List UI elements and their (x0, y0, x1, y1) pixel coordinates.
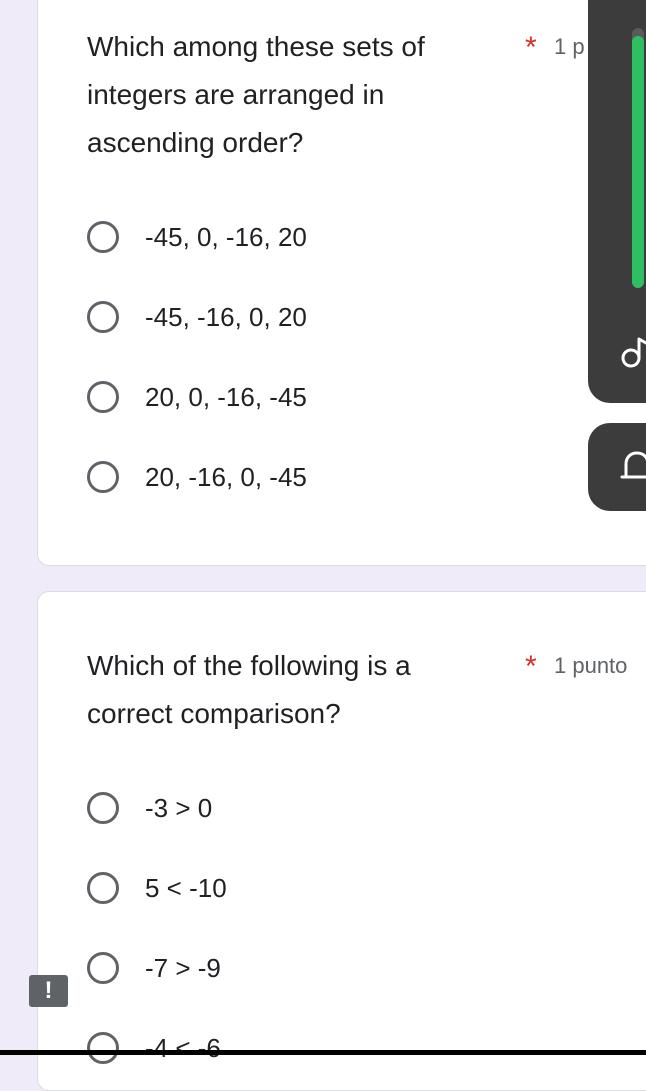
option-radio[interactable]: -4 < -6 (87, 1028, 221, 1068)
alert-badge[interactable]: ! (29, 975, 68, 1007)
question-title: Which among these sets of integers are a… (87, 31, 425, 158)
required-asterisk: * (525, 31, 537, 64)
option-radio[interactable]: -45, 0, -16, 20 (87, 217, 307, 257)
radio-button[interactable] (87, 381, 119, 413)
radio-button[interactable] (87, 461, 119, 493)
option-radio[interactable]: 20, 0, -16, -45 (87, 377, 307, 417)
option-label: 20, 0, -16, -45 (145, 381, 307, 412)
option-label: -3 > 0 (145, 792, 213, 823)
radio-button[interactable] (87, 301, 119, 333)
question-card-1: Which among these sets of integers are a… (37, 0, 646, 566)
question-card-2: Which of the following is a correct comp… (37, 591, 646, 1091)
option-label: -7 > -9 (145, 952, 221, 983)
option-radio[interactable]: -3 > 0 (87, 788, 212, 828)
radio-button[interactable] (87, 872, 119, 904)
bottom-edge (0, 1050, 646, 1055)
option-radio[interactable]: 20, -16, 0, -45 (87, 457, 307, 497)
option-radio[interactable]: -45, -16, 0, 20 (87, 297, 307, 337)
radio-button[interactable] (87, 1032, 119, 1064)
bell-icon[interactable] (618, 448, 646, 488)
required-asterisk: * (525, 650, 537, 683)
option-label: -45, -16, 0, 20 (145, 301, 307, 332)
option-radio[interactable]: -7 > -9 (87, 948, 221, 988)
question-points: 1 p (554, 34, 585, 59)
option-label: 20, -16, 0, -45 (145, 461, 307, 492)
notification-panel (588, 423, 646, 511)
volume-panel (588, 0, 646, 403)
option-label: -4 < -6 (145, 1032, 221, 1063)
radio-button[interactable] (87, 952, 119, 984)
radio-button[interactable] (87, 792, 119, 824)
radio-button[interactable] (87, 221, 119, 253)
question-points: 1 punto (554, 653, 628, 678)
volume-slider-fill (632, 35, 644, 288)
option-label: 5 < -10 (145, 872, 227, 903)
option-radio[interactable]: 5 < -10 (87, 868, 227, 908)
volume-slider[interactable] (632, 28, 644, 288)
option-label: -45, 0, -16, 20 (145, 221, 307, 252)
question-title: Which of the following is a correct comp… (87, 650, 411, 729)
music-note-icon[interactable] (618, 333, 646, 373)
